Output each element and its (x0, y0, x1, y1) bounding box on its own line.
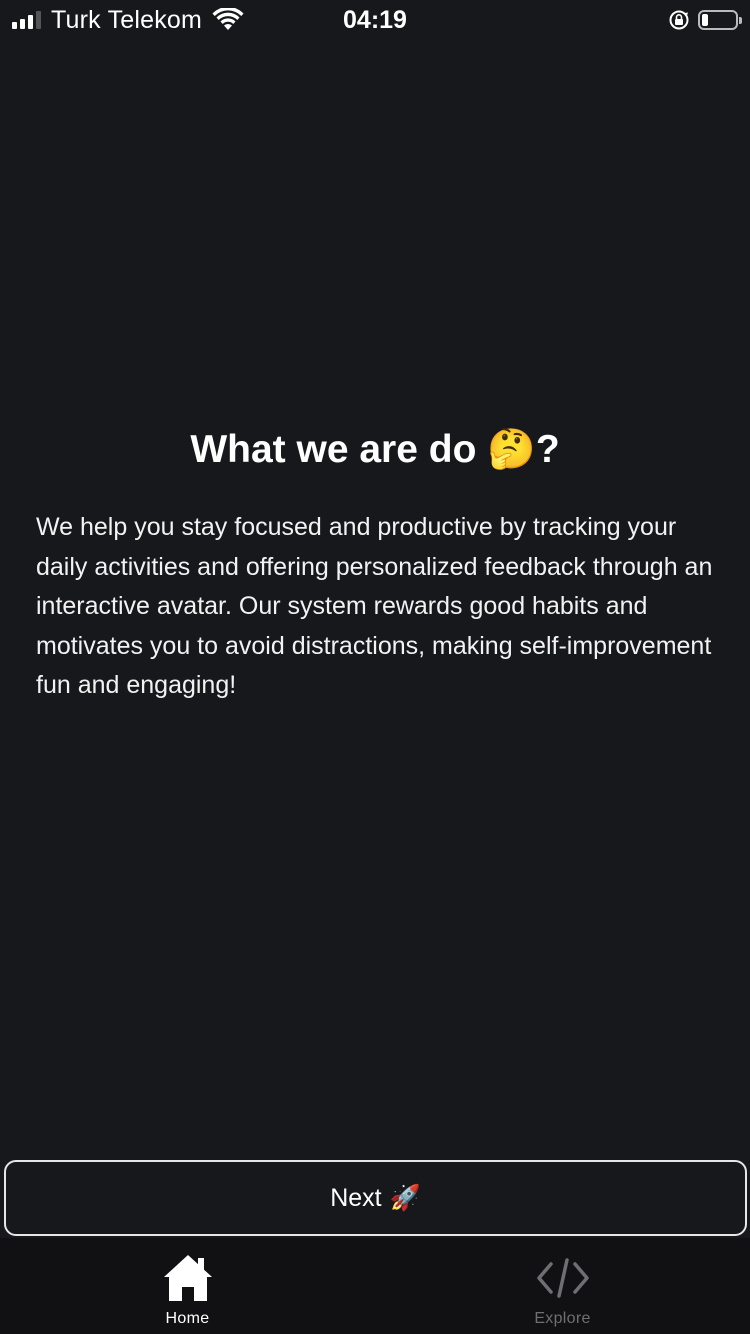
code-icon (536, 1258, 589, 1298)
status-bar: Turk Telekom 04:19 (0, 0, 750, 40)
next-button-label: Next (330, 1183, 382, 1212)
title-suffix: ? (535, 428, 560, 471)
thinking-face-emoji: 🤔 (487, 428, 536, 471)
tab-bar: Home Explore (0, 1238, 750, 1334)
home-icon (163, 1255, 212, 1301)
rocket-emoji: 🚀 (389, 1183, 421, 1212)
next-button[interactable]: Next 🚀 (4, 1160, 747, 1236)
onboarding-screen: Turk Telekom 04:19 What we are do 🤔? We … (0, 0, 750, 1334)
tab-explore[interactable]: Explore (375, 1238, 750, 1334)
battery-level (702, 14, 708, 26)
tab-home-label: Home (165, 1310, 210, 1327)
tab-home[interactable]: Home (0, 1238, 375, 1334)
status-time: 04:19 (343, 6, 407, 34)
title-text: What we are do (190, 428, 477, 471)
rotation-lock-icon (669, 10, 689, 30)
description-text: We help you stay focused and productive … (36, 513, 713, 700)
page-title: What we are do 🤔? (0, 424, 750, 476)
tab-explore-label: Explore (534, 1310, 591, 1327)
battery-icon (698, 10, 742, 30)
status-right (668, 4, 742, 36)
